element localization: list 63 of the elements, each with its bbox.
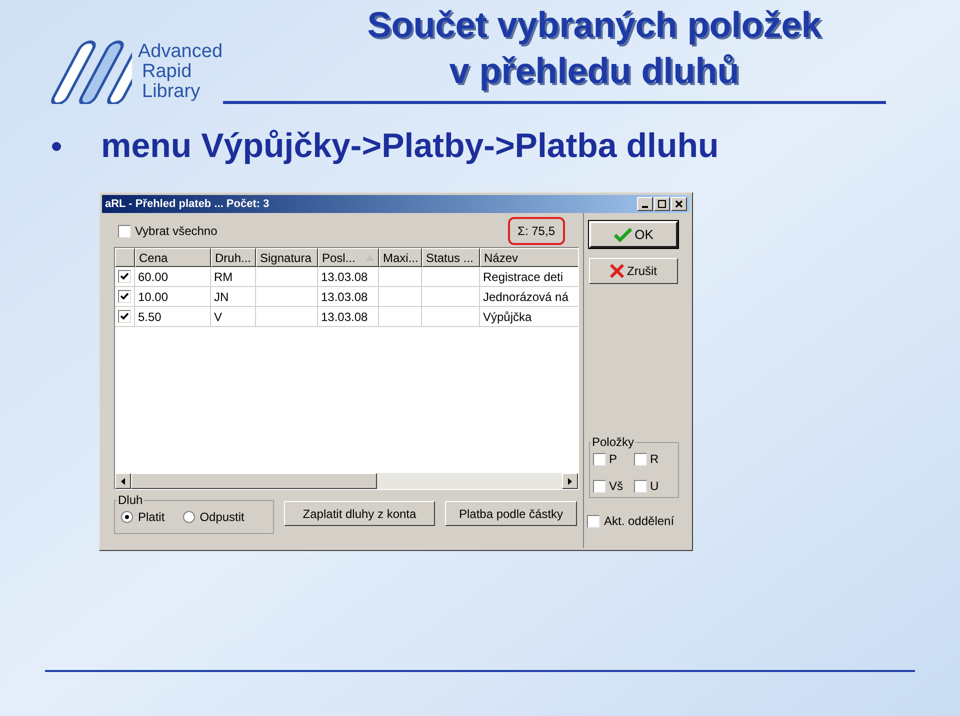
checkbox[interactable] (593, 480, 606, 492)
maximize-button[interactable] (654, 197, 670, 211)
table-cell-text: Výpůjčka (483, 308, 532, 326)
column-header[interactable]: Název (480, 248, 578, 267)
table-cell-text: 5.50 (138, 308, 162, 326)
column-header[interactable]: Posl... (318, 248, 379, 267)
column-header[interactable]: Maxi... (379, 248, 422, 267)
select-all-checkbox[interactable] (118, 224, 131, 238)
ok-button[interactable]: OK (589, 221, 678, 248)
logo-text: Advanced Rapid Library (138, 42, 223, 102)
maximize-icon (658, 200, 666, 208)
column-header[interactable]: Druh... (211, 248, 256, 267)
close-icon (675, 200, 683, 208)
table-cell-text: 13.03.08 (321, 288, 368, 306)
close-button[interactable] (671, 197, 687, 211)
radio-button[interactable] (182, 511, 195, 523)
right-arrow-icon (568, 478, 572, 484)
bullet-icon (52, 142, 61, 150)
minimize-button[interactable] (637, 197, 653, 211)
cancel-button[interactable]: Zrušit (589, 258, 678, 284)
scroll-left-button[interactable] (115, 473, 131, 489)
checkbox[interactable] (593, 452, 606, 466)
left-arrow-icon (121, 478, 125, 484)
checkbox-label: Vš (609, 478, 624, 495)
table-cell-text: 13.03.08 (321, 308, 368, 326)
window-title: aRL - Přehled plateb ... Počet: 3 (105, 196, 270, 212)
group-title: Dluh (117, 494, 144, 506)
column-header[interactable]: Signatura (256, 248, 318, 267)
checkbox-label: P (609, 451, 618, 468)
sum-label: Σ: 75,5 (508, 217, 565, 245)
scroll-thumb[interactable] (131, 473, 377, 489)
slide-title: Součet vybraných položek v přehledu dluhů (366, 3, 822, 93)
action-button[interactable]: Platba podle částky (445, 501, 577, 526)
checkbox[interactable] (634, 480, 647, 492)
horizontal-scrollbar[interactable] (115, 473, 578, 489)
radio-label: Platit (138, 509, 165, 526)
scroll-right-button[interactable] (562, 473, 578, 489)
column-header[interactable]: Cena (135, 248, 211, 267)
checkbox-label: Vybrat všechno (135, 223, 218, 240)
group-title: Položky (591, 436, 636, 448)
table-cell-text: 10.00 (138, 288, 168, 306)
table-cell-text: Registrace deti (483, 268, 564, 286)
bullet-text: menu Výpůjčky->Platby->Platba dluhu (101, 126, 719, 166)
row-checkbox[interactable] (118, 270, 131, 283)
table-cell-text: V (214, 308, 222, 326)
close-icon (610, 264, 624, 278)
table-cell-text: 60.00 (138, 268, 168, 286)
checkbox[interactable] (587, 514, 600, 528)
action-button[interactable]: Zaplatit dluhy z konta (284, 501, 435, 526)
column-header[interactable]: Status ... (422, 248, 480, 267)
checkbox-label: Akt. oddělení (604, 513, 674, 530)
table-cell-text: Jednorázová ná (483, 288, 568, 306)
radio-label: Odpustit (200, 509, 244, 526)
checkbox-label: R (650, 451, 659, 468)
table-cell-text: JN (214, 288, 229, 306)
table-cell-text: 13.03.08 (321, 268, 368, 286)
row-checkbox[interactable] (118, 310, 131, 323)
row-checkbox[interactable] (118, 290, 131, 303)
checkbox-label: U (650, 478, 659, 495)
checkmark-icon (614, 228, 632, 242)
table-cell-text: RM (214, 268, 233, 286)
radio-button[interactable] (121, 511, 133, 523)
checkbox[interactable] (634, 452, 647, 466)
